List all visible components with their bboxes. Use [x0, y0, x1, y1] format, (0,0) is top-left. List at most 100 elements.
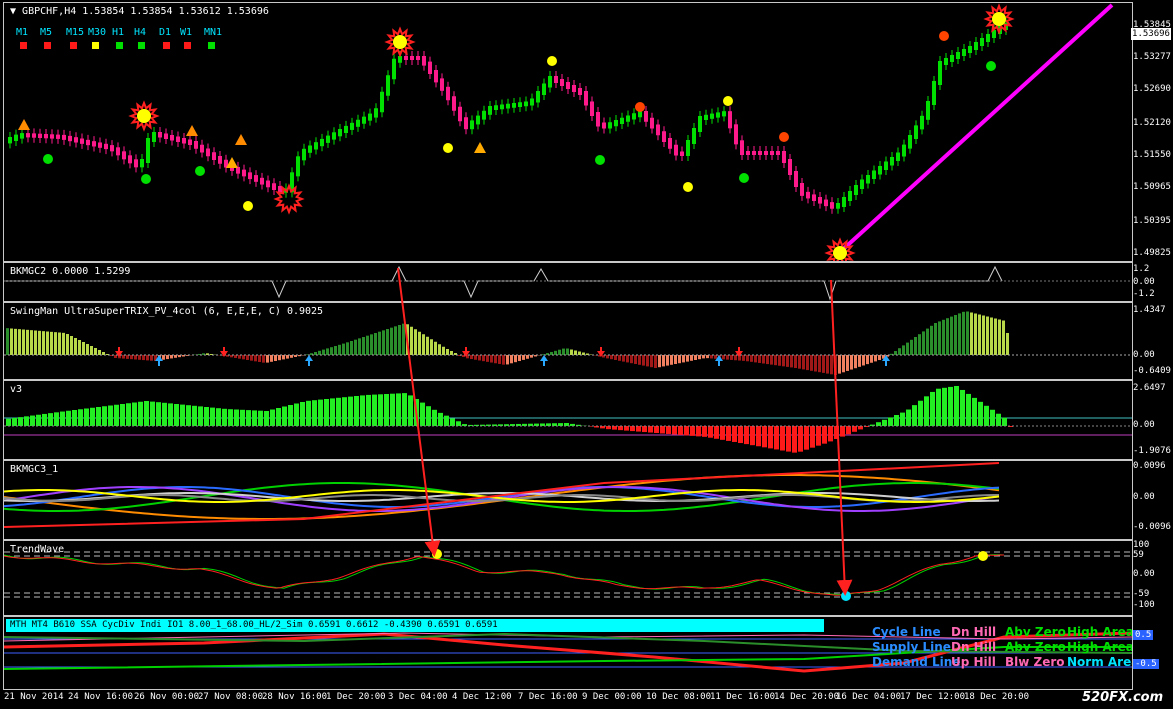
v3-title: v3: [10, 384, 23, 395]
time-axis-label: 26 Nov 00:00: [134, 692, 200, 702]
price-chart-panel[interactable]: ▼ GBPCHF,H4 1.53854 1.53854 1.53612 1.53…: [3, 2, 1133, 262]
v3-bar: [240, 409, 245, 426]
trendwave-panel[interactable]: TrendWave: [3, 540, 1133, 616]
swingman-bar: [378, 331, 381, 355]
candle-body: [68, 135, 72, 142]
swingman-bar: [30, 330, 33, 355]
swingman-bar: [526, 355, 529, 359]
v3-bar: [24, 416, 29, 426]
swingman-bar: [282, 355, 285, 360]
swingman-bar: [970, 312, 973, 355]
candle-body: [524, 101, 528, 107]
bkmgc2-scale-bot: -1.2: [1133, 289, 1155, 299]
v3-bar: [336, 397, 341, 426]
candle-body: [770, 151, 774, 155]
candle-body: [44, 134, 48, 139]
candle-body: [470, 120, 474, 130]
bkmgc2-panel[interactable]: BKMGC2 0.0000 1.5299: [3, 262, 1133, 302]
candle-body: [926, 101, 930, 120]
v3-bar: [360, 395, 365, 426]
legend-cell: Demand Line: [872, 655, 961, 669]
v3-bar: [846, 426, 851, 435]
v3-bar: [456, 421, 461, 426]
v3-bar: [384, 394, 389, 426]
v3-bar: [810, 426, 815, 448]
candle-body: [980, 38, 984, 46]
swingman-bar: [746, 355, 749, 362]
v3-bar: [720, 426, 725, 440]
swingman-bar: [1006, 333, 1009, 355]
mth-scale-bot: -0.5: [1133, 659, 1159, 669]
candle-body: [740, 140, 744, 155]
v3-bar: [612, 426, 617, 430]
price-scale-label: 1.49825: [1133, 248, 1171, 258]
swingman-bar: [826, 355, 829, 374]
v3-bar: [894, 415, 899, 426]
candle-body: [698, 116, 702, 132]
swingman-bar: [966, 311, 969, 355]
signal-dot: [635, 102, 645, 112]
top-signal-star-core: [393, 35, 407, 49]
candle-body: [512, 103, 516, 108]
swingman-bar: [62, 332, 65, 355]
dropdown-arrow-icon[interactable]: ▼: [10, 6, 22, 17]
bkmgc3-panel[interactable]: BKMGC3_1: [3, 460, 1133, 540]
v3-bar: [942, 387, 947, 426]
candle-body: [632, 113, 636, 120]
candle-body: [914, 125, 918, 139]
swingman-bar: [406, 324, 409, 355]
candle-body: [674, 144, 678, 156]
mth-panel[interactable]: MTH MT4 B610 SSA CycDiv Indi IO1 8.00_1_…: [3, 616, 1133, 690]
swingman-bar: [438, 344, 441, 355]
candle-body: [146, 138, 150, 163]
legend-cell: Up Hill: [951, 655, 996, 669]
v3-bar: [282, 406, 287, 426]
swingman-bar: [938, 321, 941, 355]
signal-dot: [986, 61, 996, 71]
v3-bar: [330, 398, 335, 426]
v3-bar: [768, 426, 773, 449]
candle-body: [194, 141, 198, 149]
v3-bar: [714, 426, 719, 439]
trendwave-scale-59: 59: [1133, 550, 1144, 560]
swingman-panel[interactable]: SwingMan UltraSuperTRIX_PV_4col (6, E,E,…: [3, 302, 1133, 380]
v3-bar: [660, 426, 665, 434]
v3-bar: [840, 426, 845, 437]
candle-body: [860, 179, 864, 189]
v3-bar: [924, 396, 929, 426]
v3-bar: [816, 426, 821, 446]
swingman-bar: [254, 355, 257, 362]
v3-bar: [750, 426, 755, 446]
v3-bar: [78, 409, 83, 426]
candle-body: [182, 138, 186, 144]
candle-body: [620, 117, 624, 124]
swingman-bar: [450, 351, 453, 355]
v3-bar: [888, 417, 893, 426]
swingman-bar: [50, 331, 53, 355]
signal-dot: [43, 154, 53, 164]
swingman-bar: [66, 334, 69, 355]
v3-bar: [144, 401, 149, 426]
swingman-bar: [926, 328, 929, 355]
candle-body: [32, 133, 36, 138]
swingman-bar: [494, 355, 497, 364]
v3-panel[interactable]: v3: [3, 380, 1133, 460]
v3-bar: [228, 409, 233, 426]
v3-bar: [72, 410, 77, 426]
swingman-bar: [422, 334, 425, 355]
candle-body: [260, 177, 264, 185]
swingman-bar: [618, 355, 621, 361]
trendwave-title: TrendWave: [10, 544, 65, 555]
candle-body: [968, 46, 972, 53]
candle-body: [644, 111, 648, 122]
swingman-bar: [954, 315, 957, 355]
v3-bar: [690, 426, 695, 436]
swingman-bar: [722, 355, 725, 360]
candle-body: [98, 142, 102, 148]
v3-bar: [450, 418, 455, 426]
swingman-bar: [850, 355, 853, 370]
candle-body: [986, 34, 990, 42]
swingman-bar: [166, 355, 169, 360]
swingman-bar: [702, 355, 705, 359]
time-axis-label: 1 Dec 20:00: [326, 692, 386, 702]
